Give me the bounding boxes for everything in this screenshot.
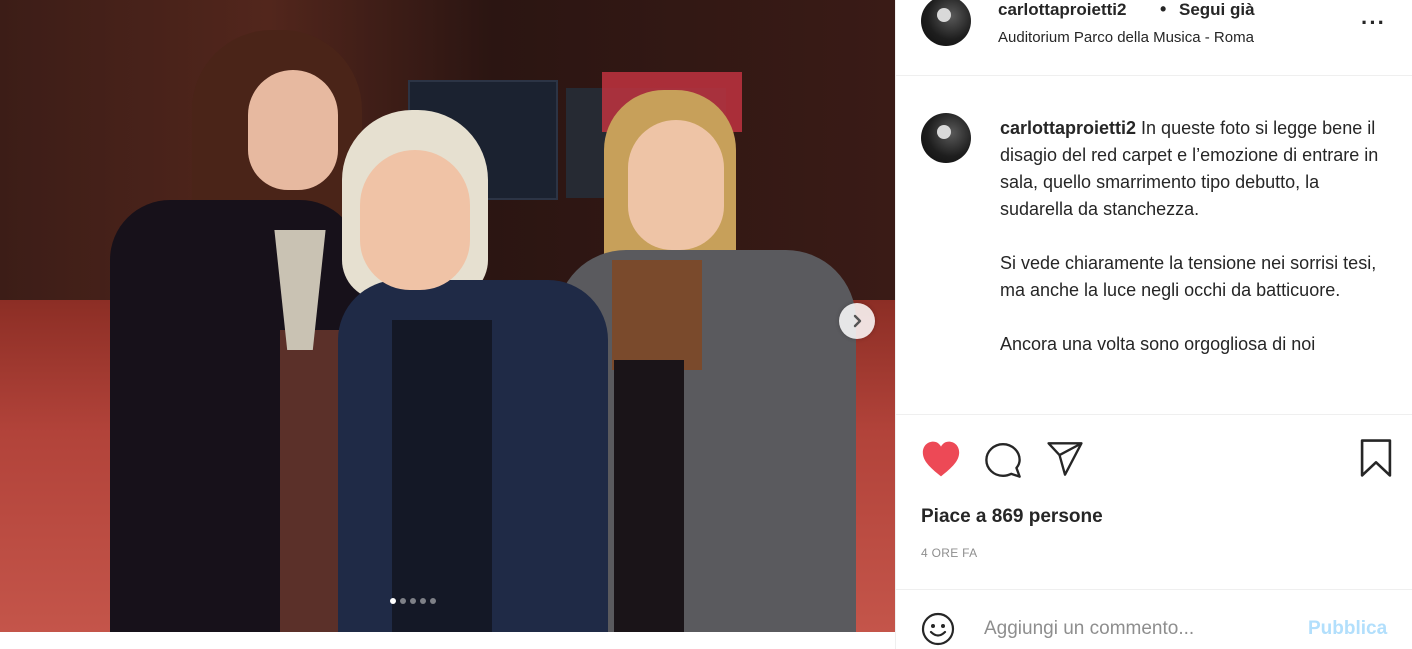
location-link[interactable]: Auditorium Parco della Musica - Roma bbox=[998, 29, 1254, 46]
post-photo[interactable] bbox=[0, 0, 895, 632]
caption-avatar[interactable] bbox=[921, 113, 971, 163]
avatar[interactable] bbox=[921, 0, 971, 46]
person-right-top bbox=[614, 360, 684, 632]
post-side-panel: carlottaproietti2 • Segui già Auditorium… bbox=[895, 0, 1412, 649]
caption: carlottaproietti2 In queste foto si legg… bbox=[1000, 115, 1395, 385]
person-center-shirt bbox=[392, 320, 492, 632]
caption-text: Si vede chiaramente la tensione nei sorr… bbox=[1000, 253, 1377, 300]
carousel-indicator bbox=[390, 598, 436, 608]
carousel-dot bbox=[400, 598, 406, 604]
carousel-dot bbox=[420, 598, 426, 604]
comment-input[interactable] bbox=[984, 614, 1284, 644]
comment-icon[interactable] bbox=[984, 441, 1022, 479]
likes-count[interactable]: Piace a 869 persone bbox=[921, 506, 1103, 528]
publish-button[interactable]: Pubblica bbox=[1308, 618, 1387, 640]
follow-status-button[interactable]: Segui già bbox=[1179, 0, 1255, 20]
person-center-face bbox=[360, 150, 470, 290]
bookmark-icon[interactable] bbox=[1358, 438, 1394, 478]
caption-username[interactable]: carlottaproietti2 bbox=[1000, 118, 1136, 138]
header-separator: • bbox=[1160, 0, 1167, 19]
person-right-blouse bbox=[612, 260, 702, 370]
carousel-dot bbox=[410, 598, 416, 604]
chevron-right-icon bbox=[853, 314, 862, 328]
carousel-next-button[interactable] bbox=[839, 303, 875, 339]
more-icon: ··· bbox=[1361, 10, 1386, 35]
more-options-button[interactable]: ··· bbox=[1361, 10, 1386, 36]
comments-area[interactable]: carlottaproietti2 In queste foto si legg… bbox=[896, 77, 1412, 413]
header-username[interactable]: carlottaproietti2 bbox=[998, 0, 1126, 20]
post-timestamp[interactable]: 4 ORE FA bbox=[921, 546, 977, 560]
comment-form: Pubblica bbox=[896, 589, 1412, 649]
instagram-post: carlottaproietti2 • Segui già Auditorium… bbox=[0, 0, 1412, 649]
heart-icon[interactable] bbox=[921, 440, 961, 478]
emoji-icon[interactable] bbox=[921, 612, 955, 646]
caption-text: Ancora una volta sono orgogliosa di noi bbox=[1000, 334, 1316, 354]
share-icon[interactable] bbox=[1046, 441, 1084, 477]
carousel-dot bbox=[390, 598, 396, 604]
post-header: carlottaproietti2 • Segui già Auditorium… bbox=[896, 0, 1412, 76]
person-right-face bbox=[628, 120, 724, 250]
post-actions: Piace a 869 persone 4 ORE FA bbox=[896, 414, 1412, 589]
person-left-face bbox=[248, 70, 338, 190]
carousel-dot bbox=[430, 598, 436, 604]
